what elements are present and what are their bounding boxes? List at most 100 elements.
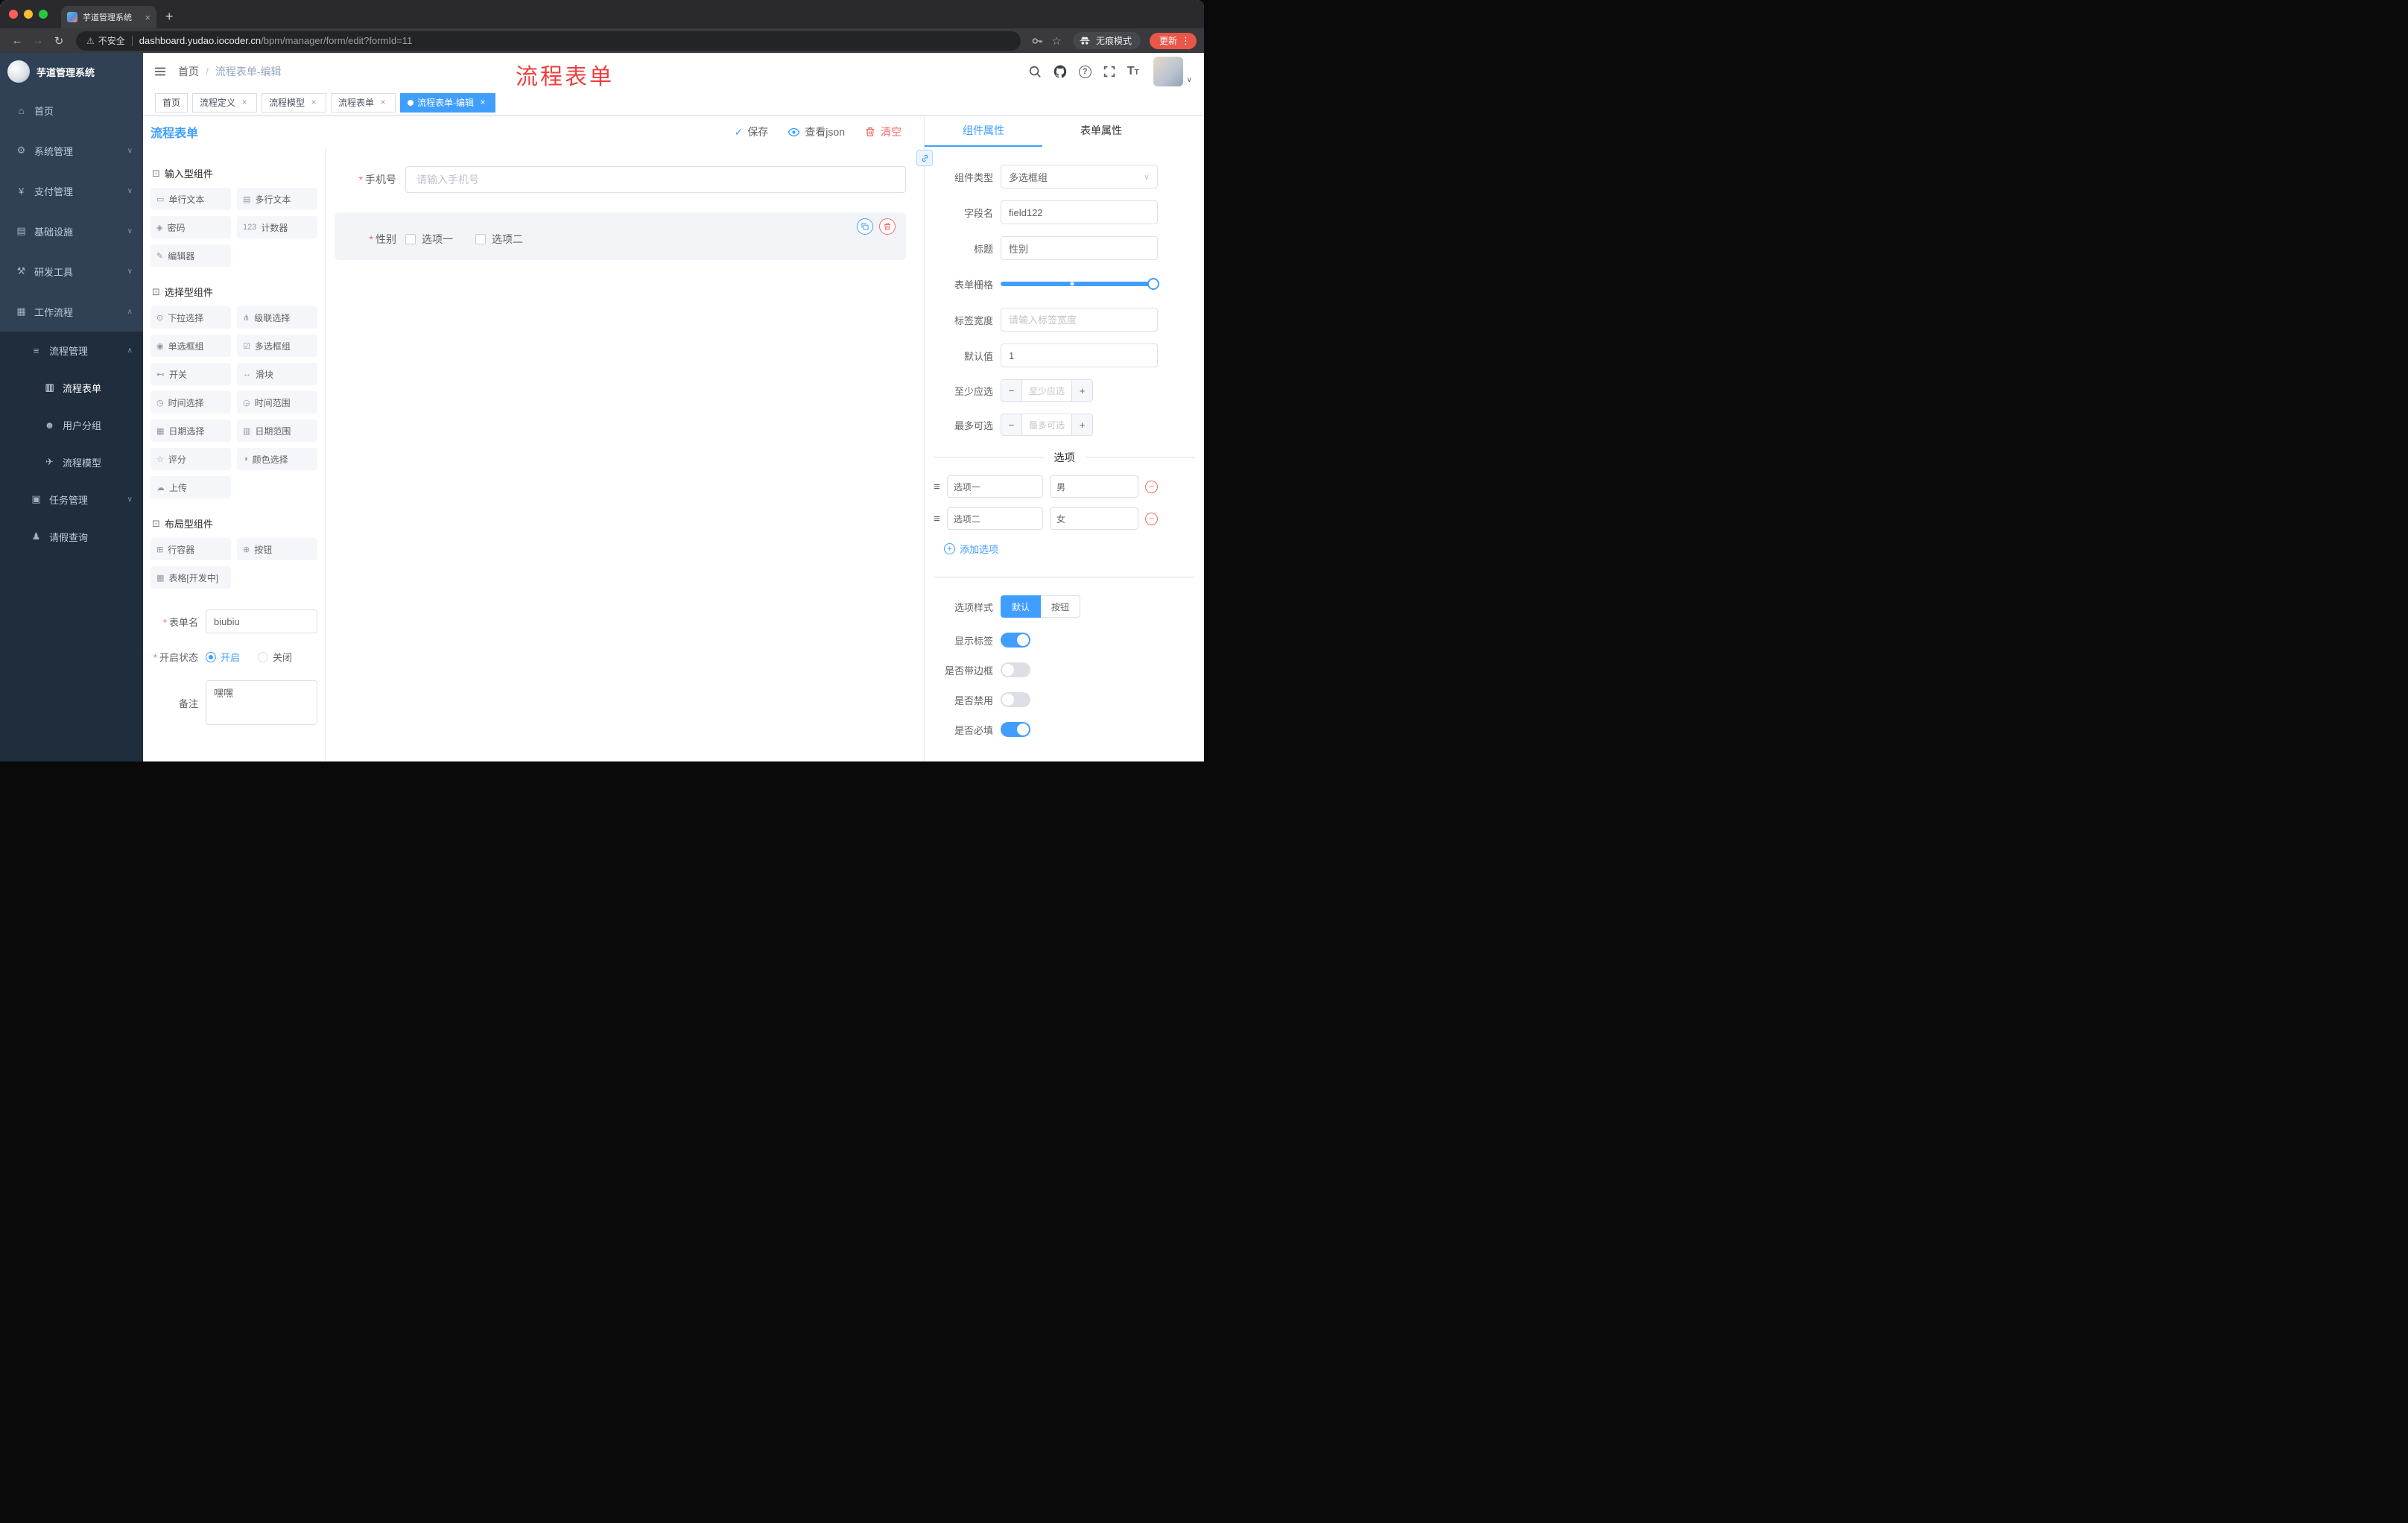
drag-handle-icon[interactable]: ≡ xyxy=(934,481,940,493)
canvas-field-gender[interactable]: 性别 选项一 选项二 xyxy=(335,232,896,247)
slider-handle[interactable] xyxy=(1147,278,1159,290)
option-label-input[interactable] xyxy=(946,507,1043,530)
sidebar-collapse-button[interactable] xyxy=(153,65,167,78)
canvas-field-phone[interactable]: 手机号 xyxy=(335,166,906,193)
user-menu[interactable]: ∨ xyxy=(1153,57,1192,86)
palette-item-table[interactable]: ▦ 表格[开发中] xyxy=(150,566,231,589)
reload-button[interactable]: ↻ xyxy=(49,34,69,48)
palette-item-select[interactable]: ⊙ 下拉选择 xyxy=(150,306,231,329)
show-label-switch[interactable] xyxy=(1001,633,1030,647)
app-logo[interactable]: 芋道管理系统 xyxy=(0,53,143,90)
tag-close-icon[interactable]: × xyxy=(308,98,319,108)
component-type-select[interactable]: 多选框组 ∨ xyxy=(1001,165,1158,189)
tag-process-definition[interactable]: 流程定义 × xyxy=(192,92,258,113)
disabled-switch[interactable] xyxy=(1001,692,1030,707)
palette-item-password[interactable]: ◈ 密码 xyxy=(150,216,231,238)
sidebar-item-dev-tools[interactable]: ⚒ 研发工具 ∨ xyxy=(0,251,143,291)
sidebar-item-payment-management[interactable]: ¥ 支付管理 ∨ xyxy=(0,171,143,211)
required-switch[interactable] xyxy=(1001,722,1030,737)
tag-home[interactable]: 首页 xyxy=(155,92,188,113)
add-option-button[interactable]: + 添加选项 xyxy=(944,542,1204,556)
remark-textarea[interactable]: 嘿嘿 xyxy=(206,680,317,725)
tag-close-icon[interactable]: × xyxy=(378,98,388,108)
sidebar-item-workflow[interactable]: ▦ 工作流程 ∧ xyxy=(0,291,143,332)
field-name-input[interactable] xyxy=(1001,200,1158,224)
window-minimize-button[interactable] xyxy=(24,10,33,19)
form-canvas[interactable]: 手机号 xyxy=(326,148,924,762)
palette-item-time-range[interactable]: ◶ 时间范围 xyxy=(237,391,317,414)
palette-item-row-container[interactable]: ⊞ 行容器 xyxy=(150,538,231,560)
palette-item-radio-group[interactable]: ◉ 单选框组 xyxy=(150,335,231,357)
sidebar-item-infrastructure[interactable]: ▤ 基础设施 ∨ xyxy=(0,211,143,251)
palette-item-date-picker[interactable]: ▦ 日期选择 xyxy=(150,419,231,442)
sidebar-item-process-management[interactable]: ≡ 流程管理 ∧ xyxy=(0,332,143,369)
increase-button[interactable]: + xyxy=(1071,380,1092,401)
decrease-button[interactable]: − xyxy=(1001,414,1022,435)
palette-item-time-picker[interactable]: ◷ 时间选择 xyxy=(150,391,231,414)
sidebar-item-system-management[interactable]: ⚙ 系统管理 ∨ xyxy=(0,130,143,171)
search-icon[interactable] xyxy=(1028,65,1042,78)
address-bar[interactable]: ⚠ 不安全 dashboard.yudao.iocoder.cn/bpm/man… xyxy=(76,31,1021,51)
option-label-input[interactable] xyxy=(946,475,1043,498)
palette-item-editor[interactable]: ✎ 编辑器 xyxy=(150,244,231,267)
font-size-icon[interactable]: TT xyxy=(1127,65,1139,78)
tag-close-icon[interactable]: × xyxy=(239,98,250,108)
password-key-icon[interactable] xyxy=(1028,34,1046,48)
sidebar-item-home[interactable]: ⌂ 首页 xyxy=(0,90,143,130)
palette-item-date-range[interactable]: ▥ 日期范围 xyxy=(237,419,317,442)
checkbox-option-2[interactable]: 选项二 xyxy=(475,232,523,247)
tab-close-icon[interactable]: × xyxy=(145,12,150,23)
option-value-input[interactable] xyxy=(1049,507,1138,530)
min-select-stepper[interactable]: − 至少应选 + xyxy=(1001,379,1093,402)
palette-item-color-picker[interactable]: ◑ 颜色选择 xyxy=(237,448,317,470)
window-close-button[interactable] xyxy=(9,10,18,19)
tab-form-props[interactable]: 表单属性 xyxy=(1042,115,1160,147)
tag-process-model[interactable]: 流程模型 × xyxy=(262,92,327,113)
bookmark-star-icon[interactable]: ☆ xyxy=(1048,34,1065,48)
increase-button[interactable]: + xyxy=(1071,414,1092,435)
tag-process-form[interactable]: 流程表单 × xyxy=(331,92,396,113)
palette-item-cascader[interactable]: ⋔ 级联选择 xyxy=(237,306,317,329)
window-zoom-button[interactable] xyxy=(39,10,48,19)
status-radio-on[interactable]: 开启 xyxy=(206,650,240,664)
palette-item-checkbox-group[interactable]: ☑ 多选框组 xyxy=(237,335,317,357)
checkbox-option-1[interactable]: 选项一 xyxy=(405,232,453,247)
slider-track[interactable] xyxy=(1001,278,1159,290)
fullscreen-icon[interactable] xyxy=(1103,65,1116,78)
help-icon[interactable]: ? xyxy=(1078,65,1091,78)
browser-tab[interactable]: 芋道管理系统 × xyxy=(61,6,156,28)
border-switch[interactable] xyxy=(1001,662,1030,677)
option-value-input[interactable] xyxy=(1049,475,1138,498)
checkbox-icon[interactable] xyxy=(475,234,486,244)
canvas-widget-gender[interactable]: 性别 选项一 选项二 xyxy=(335,212,906,260)
tag-close-icon[interactable]: × xyxy=(478,98,488,108)
security-warning-icon[interactable]: ⚠ xyxy=(86,36,95,46)
default-value-input[interactable] xyxy=(1001,343,1158,367)
tag-process-form-edit[interactable]: 流程表单-编辑 × xyxy=(400,92,496,113)
browser-menu-icon[interactable]: ⋮ xyxy=(1181,35,1191,47)
palette-item-slider[interactable]: ↔ 滑块 xyxy=(237,363,317,385)
form-name-input[interactable] xyxy=(206,609,317,633)
back-button[interactable]: ← xyxy=(7,34,27,47)
sidebar-item-task-management[interactable]: ▣ 任务管理 ∨ xyxy=(0,481,143,518)
palette-item-rate[interactable]: ☆ 评分 xyxy=(150,448,231,470)
copy-widget-button[interactable] xyxy=(857,218,873,235)
update-button[interactable]: 更新 ⋮ xyxy=(1149,32,1197,49)
tab-component-props[interactable]: 组件属性 xyxy=(925,115,1042,147)
view-json-button[interactable]: 查看json xyxy=(788,124,845,139)
remove-option-button[interactable]: − xyxy=(1145,480,1158,493)
max-select-stepper[interactable]: − 最多可选 + xyxy=(1001,414,1093,436)
drag-handle-icon[interactable]: ≡ xyxy=(934,513,940,525)
palette-item-switch[interactable]: ⊷ 开关 xyxy=(150,363,231,385)
palette-item-upload[interactable]: ☁ 上传 xyxy=(150,476,231,498)
sidebar-item-leave-query[interactable]: ♟ 请假查询 xyxy=(0,518,143,555)
label-width-input[interactable] xyxy=(1001,308,1158,332)
forward-button[interactable]: → xyxy=(28,34,48,47)
checkbox-icon[interactable] xyxy=(405,234,416,244)
palette-item-multiline-text[interactable]: ▤ 多行文本 xyxy=(237,188,317,210)
breadcrumb-home[interactable]: 首页 xyxy=(178,64,199,79)
sidebar-item-process-form[interactable]: ▥ 流程表单 xyxy=(0,369,143,406)
option-style-default[interactable]: 默认 xyxy=(1001,595,1042,618)
decrease-button[interactable]: − xyxy=(1001,380,1022,401)
avatar[interactable] xyxy=(1153,57,1183,86)
